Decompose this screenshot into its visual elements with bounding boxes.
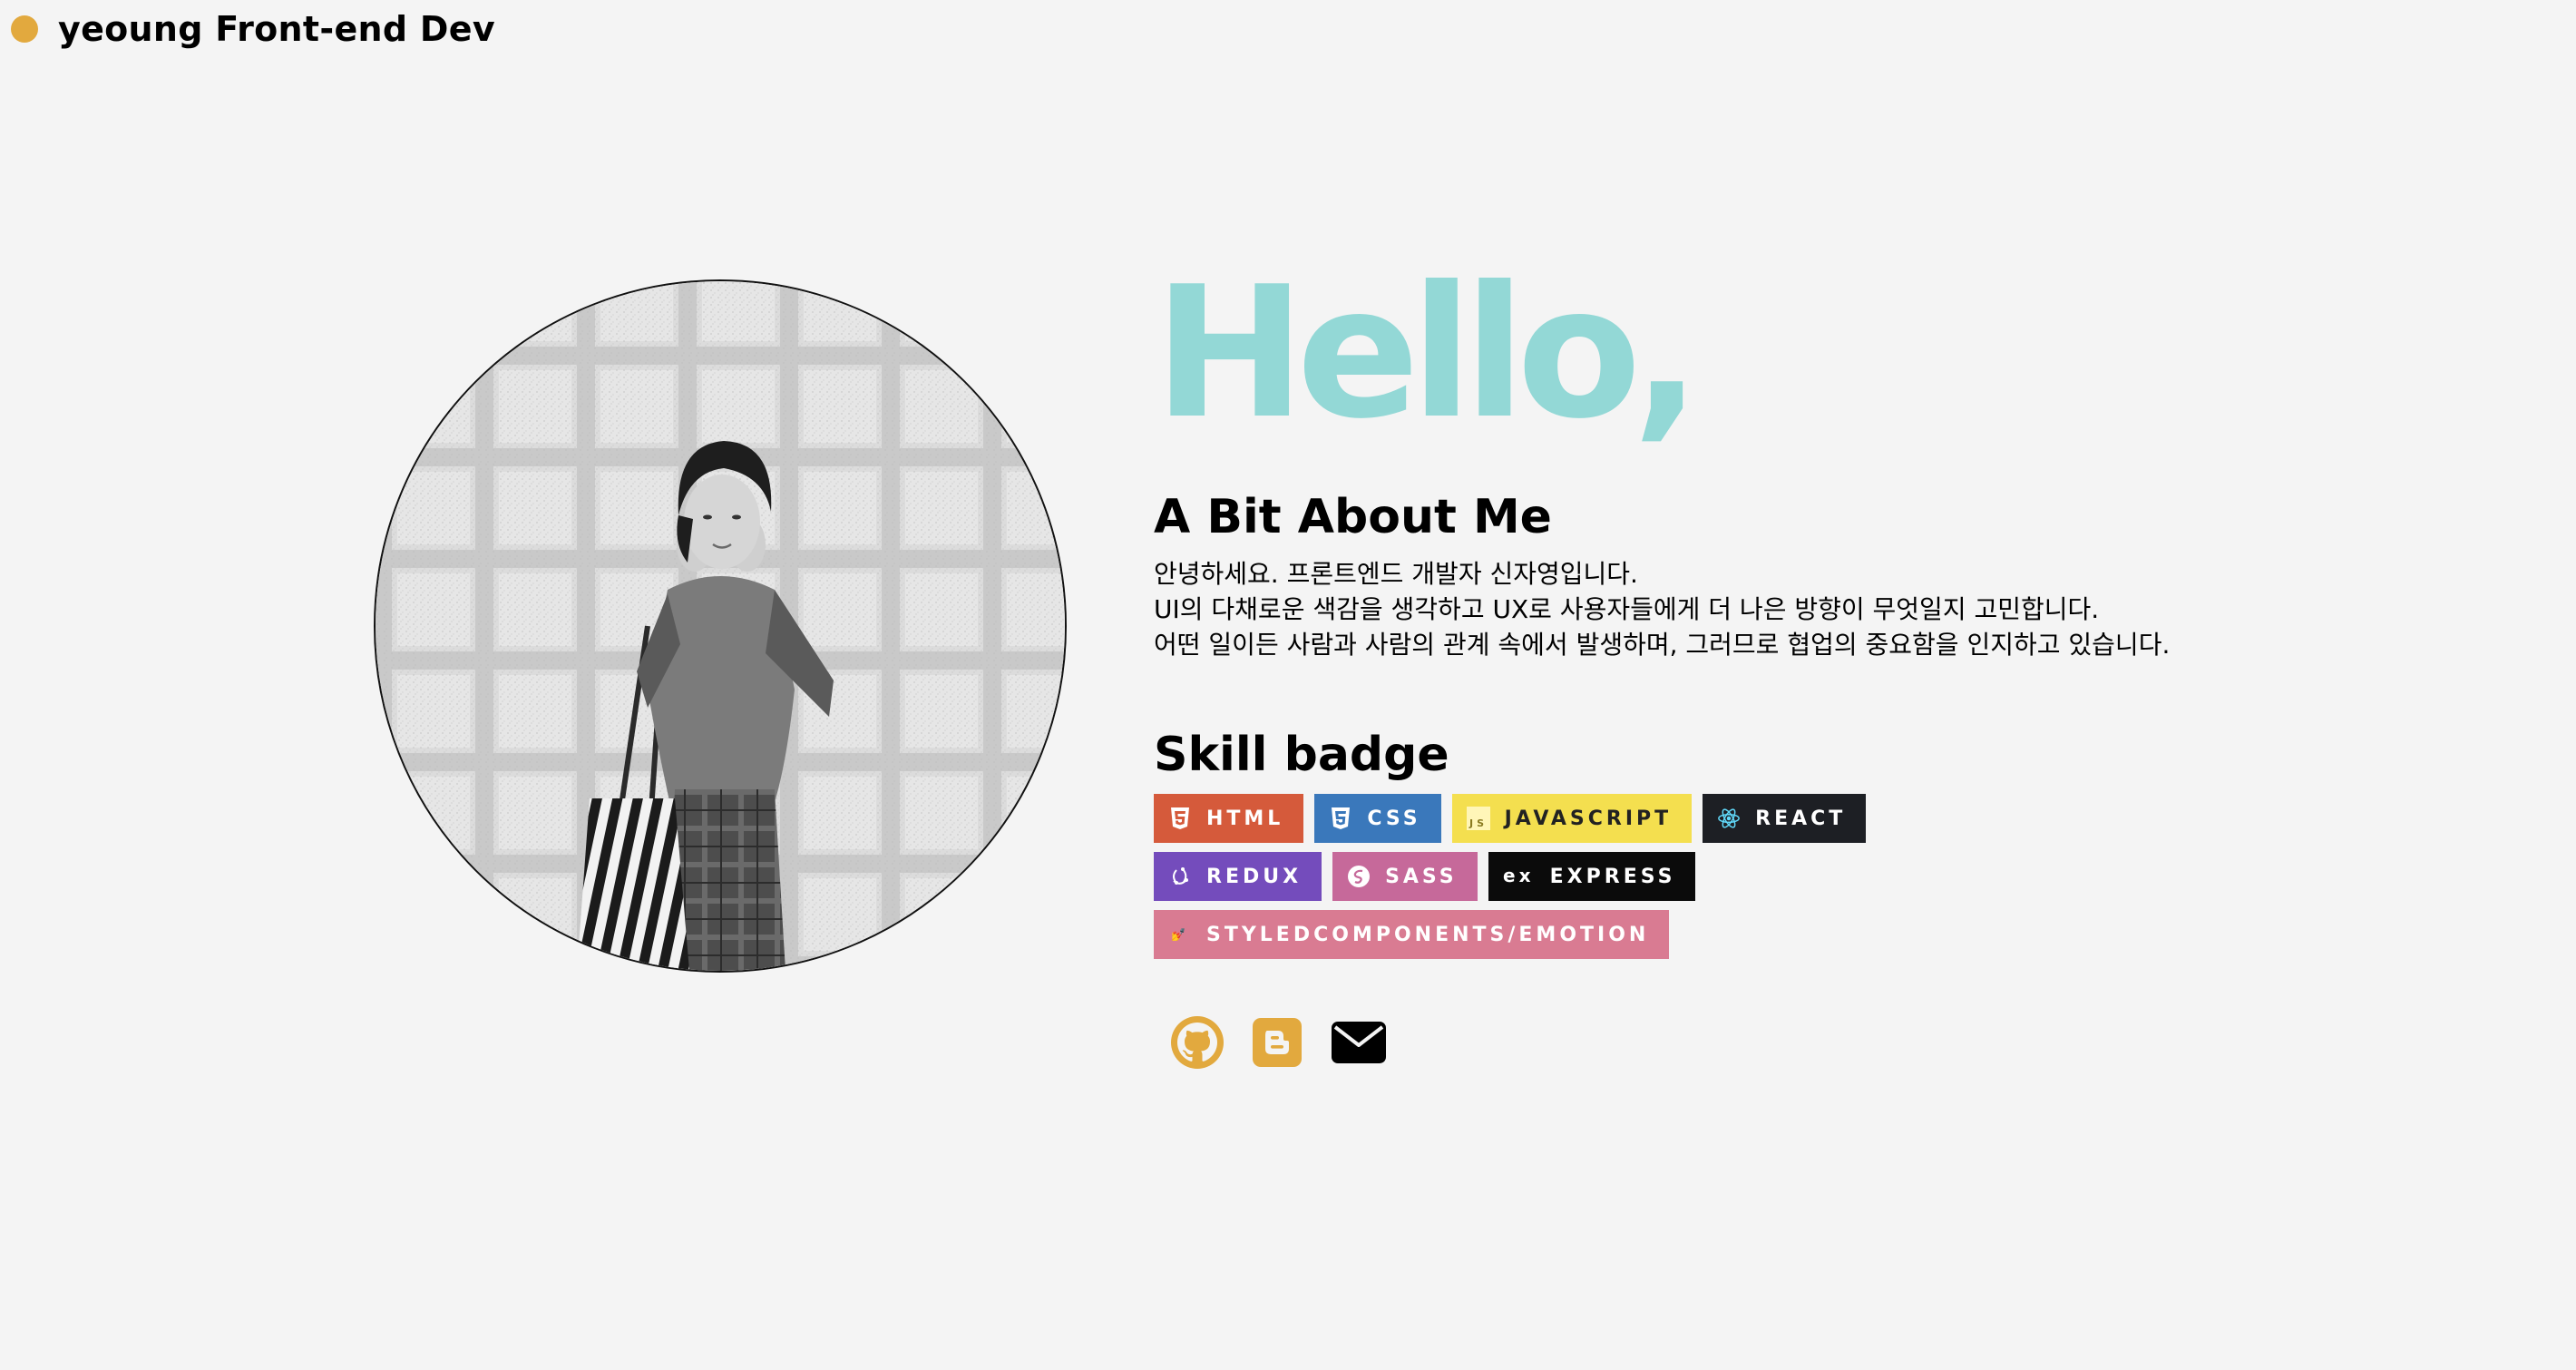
skill-badge-label: STYLEDCOMPONENTS/EMOTION xyxy=(1206,923,1650,946)
express-icon: ex xyxy=(1503,865,1536,888)
logo-dot-icon[interactable] xyxy=(11,15,38,43)
about-title: A Bit About Me xyxy=(1154,490,1552,544)
sass-icon xyxy=(1347,865,1371,888)
styled-components-icon: 💅 xyxy=(1168,923,1192,946)
site-header: yeoung Front-end Dev xyxy=(11,7,495,51)
javascript-icon: JS xyxy=(1466,807,1490,831)
profile-photo xyxy=(374,279,1067,973)
skill-badge-label: JAVASCRIPT xyxy=(1504,807,1673,830)
skill-badge-sass: SASS xyxy=(1332,852,1478,902)
blog-link[interactable] xyxy=(1252,1017,1303,1068)
skill-badge-list: HTML CSS JS JAVASCRIPT REACT REDUX SASS … xyxy=(1154,794,2025,960)
github-link[interactable] xyxy=(1170,1015,1225,1070)
redux-icon xyxy=(1168,865,1192,888)
mail-link[interactable] xyxy=(1330,1020,1388,1065)
skill-badge-react: REACT xyxy=(1703,794,1867,844)
skill-badge-label: SASS xyxy=(1385,865,1458,888)
mail-icon[interactable] xyxy=(1330,1020,1388,1065)
site-title[interactable]: yeoung Front-end Dev xyxy=(58,9,495,49)
svg-text:JS: JS xyxy=(1469,817,1488,829)
skill-badge-styled-components: 💅 STYLEDCOMPONENTS/EMOTION xyxy=(1154,910,1670,960)
about-line: UI의 다채로운 색감을 생각하고 UX로 사용자들에게 더 나은 방향이 무엇… xyxy=(1154,594,2100,625)
skill-badge-label: EXPRESS xyxy=(1549,865,1676,888)
react-icon xyxy=(1717,807,1741,830)
skill-badge-javascript: JS JAVASCRIPT xyxy=(1451,794,1693,844)
about-text: 안녕하세요. 프론트엔드 개발자 신자영입니다. UI의 다채로운 색감을 생각… xyxy=(1154,556,2333,662)
intro-section: Hello, A Bit About Me 안녕하세요. 프론트엔드 개발자 신… xyxy=(1154,263,2333,1070)
svg-text:💅: 💅 xyxy=(1171,928,1189,943)
skill-badge-express: ex EXPRESS xyxy=(1488,852,1696,902)
social-links xyxy=(1154,1015,2333,1070)
skill-badge-redux: REDUX xyxy=(1154,852,1322,902)
skill-badge-label: CSS xyxy=(1367,807,1421,830)
skill-title: Skill badge xyxy=(1154,728,1449,783)
profile-photo-illustration xyxy=(376,281,1065,971)
skill-badge-label: REACT xyxy=(1755,807,1847,830)
html5-icon xyxy=(1168,807,1192,830)
skill-badge-css: CSS xyxy=(1314,794,1441,844)
blogger-icon[interactable] xyxy=(1252,1017,1303,1068)
svg-text:ex: ex xyxy=(1503,865,1534,886)
github-icon[interactable] xyxy=(1170,1015,1225,1070)
skill-badge-label: HTML xyxy=(1206,807,1284,830)
skill-badge-html: HTML xyxy=(1154,794,1304,844)
skill-badge-label: REDUX xyxy=(1206,865,1303,888)
css3-icon xyxy=(1329,807,1352,830)
about-line: 어떤 일이든 사람과 사람의 관계 속에서 발생하며, 그러므로 협업의 중요함… xyxy=(1154,630,2171,661)
about-line: 안녕하세요. 프론트엔드 개발자 신자영입니다. xyxy=(1154,559,1638,590)
hello-heading: Hello, xyxy=(1154,248,1702,459)
